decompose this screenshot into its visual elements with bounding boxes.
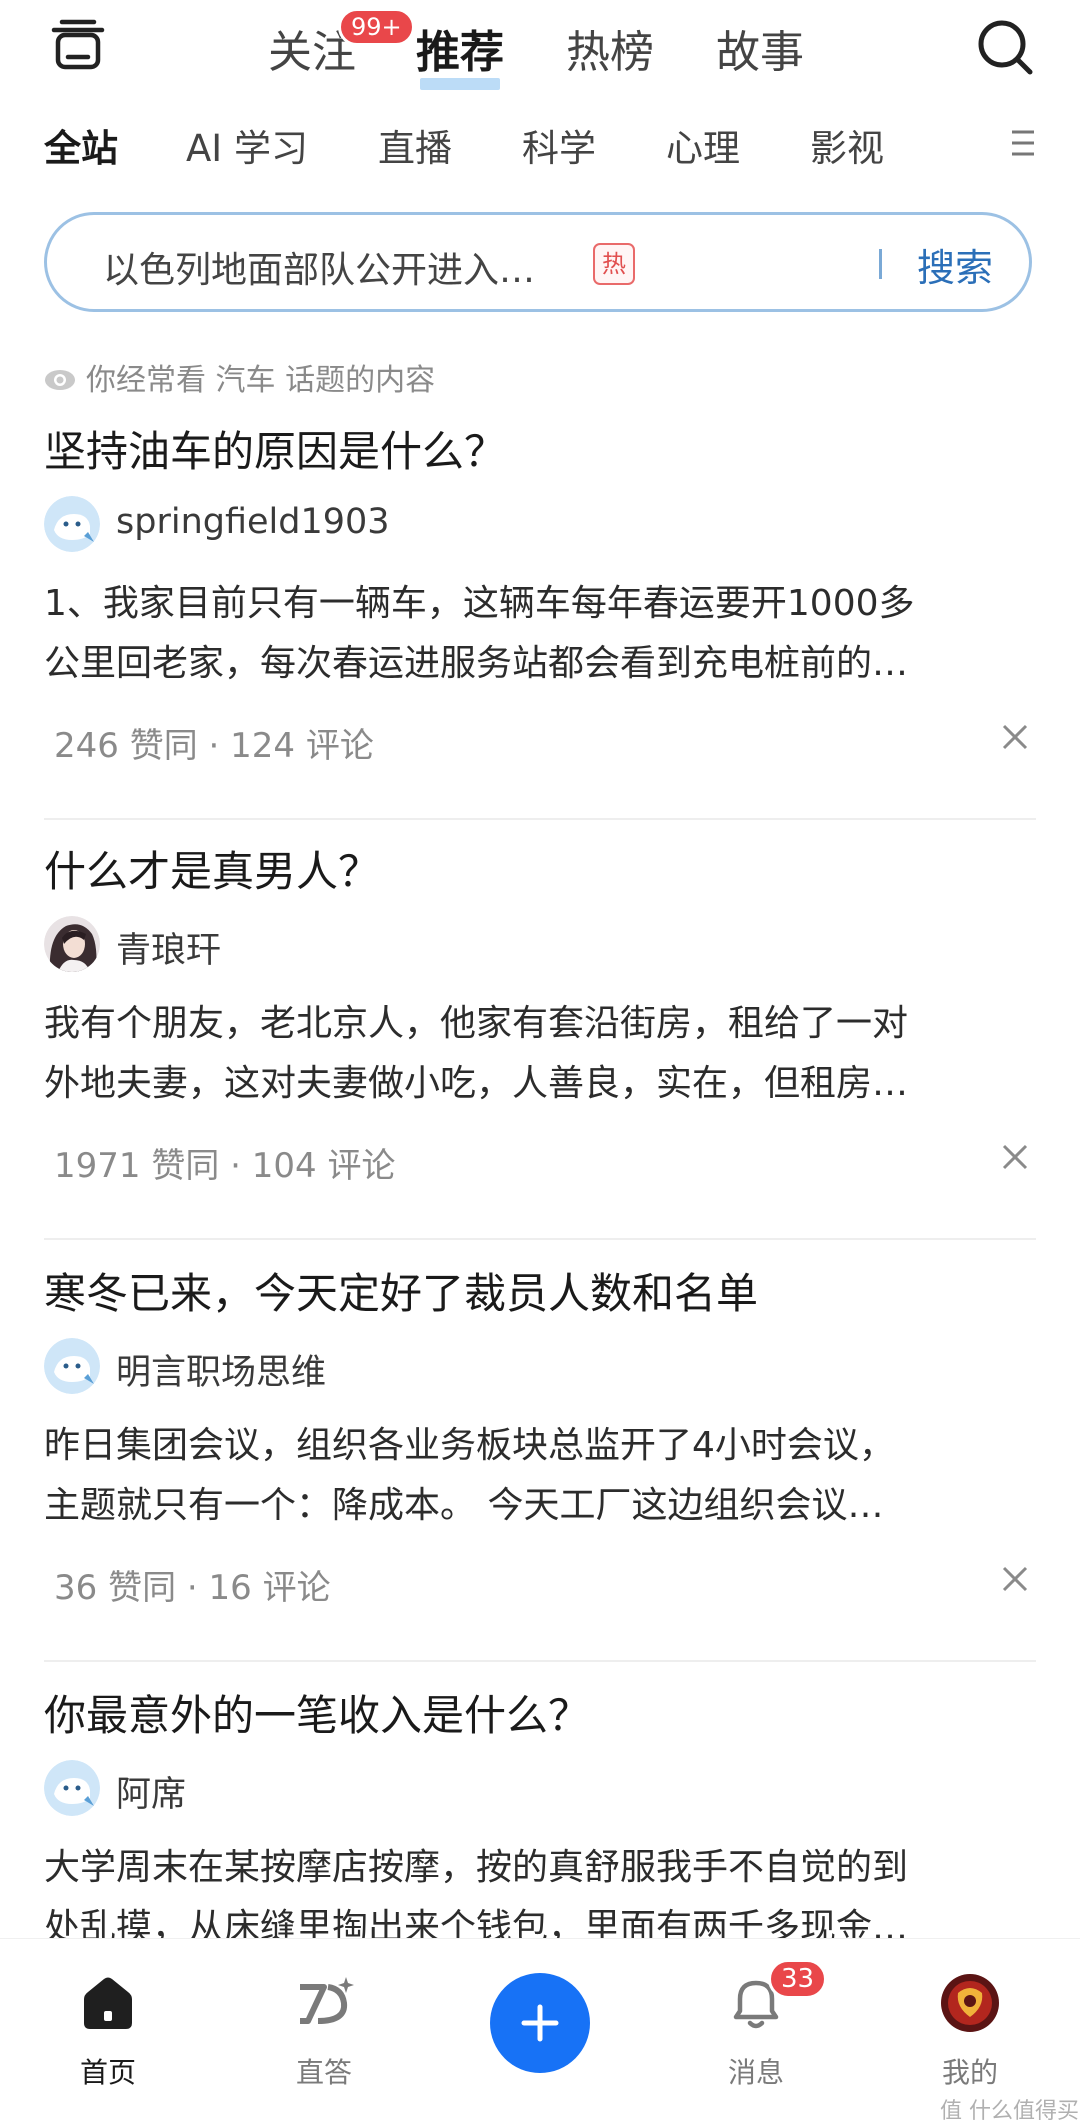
tab-hot-list[interactable]: 热榜 [566, 16, 654, 80]
nav-home[interactable]: 首页 [38, 1939, 178, 2109]
author-name[interactable]: 明言职场思维 [116, 1344, 326, 1395]
follow-badge: 99+ [338, 8, 415, 46]
divider [44, 818, 1036, 820]
nav-zhida-label: 直答 [295, 2056, 352, 2089]
search-input[interactable]: 以色列地面部队公开进入… [103, 241, 535, 293]
search-bar[interactable]: 以色列地面部队公开进入… 热 搜索 [44, 212, 1032, 312]
close-icon[interactable] [1002, 724, 1028, 750]
menu-icon[interactable] [1010, 128, 1036, 158]
divider [44, 1238, 1036, 1240]
nav-home-label: 首页 [79, 2056, 136, 2089]
photo-avatar[interactable] [44, 916, 100, 972]
excerpt[interactable]: 大学周末在某按摩店按摩，按的真舒服我手不自觉的到 处乱摸，从床缝里掏出来个钱包，… [44, 1838, 1036, 1938]
category-tabs: 全站 AI 学习 直播 科学 心理 影视 [44, 118, 1044, 178]
active-tab-underline [420, 78, 500, 90]
close-icon[interactable] [1002, 1566, 1028, 1592]
excerpt[interactable]: 我有个朋友，老北京人，他家有套沿街房，租给了一对 外地夫妻，这对夫妻做小吃，人善… [44, 994, 1036, 1114]
category-film[interactable]: 影视 [810, 118, 884, 172]
nav-zhida[interactable]: 直答 [254, 1939, 394, 2109]
close-icon[interactable] [1002, 1144, 1028, 1170]
card-title[interactable]: 什么才是真男人？ [44, 838, 380, 899]
zhida-icon [300, 1977, 354, 2024]
card-stats: 1971 赞同 · 104 评论 [54, 1146, 396, 1186]
excerpt-line: 公里回老家，每次春运进服务站都会看到充电桩前的… [44, 643, 909, 684]
plus-icon [521, 2004, 559, 2042]
eye-icon [45, 370, 75, 390]
category-science[interactable]: 科学 [522, 118, 596, 172]
card-title[interactable]: 寒冬已来，今天定好了裁员人数和名单 [44, 1260, 758, 1321]
category-ai-learning[interactable]: AI 学习 [186, 118, 308, 172]
card-title[interactable]: 坚持油车的原因是什么？ [44, 418, 506, 479]
excerpt-line: 昨日集团会议，组织各业务板块总监开了4小时会议， [44, 1425, 895, 1466]
nav-profile[interactable]: 我的 [900, 1939, 1040, 2109]
top-bar: 关注 99+ 推荐 热榜 故事 [0, 0, 1080, 100]
nav-messages-label: 消息 [727, 2056, 784, 2089]
home-icon [84, 1977, 132, 2029]
tab-recommend[interactable]: 推荐 [416, 16, 504, 90]
search-icon[interactable] [974, 16, 1036, 78]
tab-stories-label: 故事 [716, 27, 804, 78]
category-live[interactable]: 直播 [378, 118, 452, 172]
profile-avatar-icon [941, 1974, 999, 2032]
feed-card[interactable]: 你最意外的一笔收入是什么？ 阿席 大学周末在某按摩店按摩，按的真舒服我手不自觉的… [44, 1682, 1036, 1938]
tab-hot-list-label: 热榜 [566, 27, 654, 78]
divider [44, 1660, 1036, 1662]
tab-stories[interactable]: 故事 [716, 16, 804, 80]
category-psychology[interactable]: 心理 [666, 118, 740, 172]
author-name[interactable]: springfield1903 [116, 502, 390, 542]
feed-card[interactable]: 寒冬已来，今天定好了裁员人数和名单 明言职场思维 昨日集团会议，组织各业务板块总… [44, 1260, 1036, 1662]
nav-profile-label: 我的 [941, 2056, 998, 2089]
clipboard-icon[interactable] [50, 18, 106, 74]
default-avatar[interactable] [44, 496, 100, 552]
feed-card[interactable]: 坚持油车的原因是什么？ springfield1903 1、我家目前只有一辆车，… [44, 418, 1036, 820]
hint-text: 你经常看 汽车 话题的内容 [86, 363, 436, 398]
bottom-nav: 首页 直答 33 消息 我的 值 什么值得买 [0, 1938, 1080, 2128]
tab-recommend-label: 推荐 [416, 27, 504, 78]
author-name[interactable]: 阿席 [116, 1766, 186, 1817]
messages-badge: 33 [768, 1959, 828, 1999]
search-divider [879, 249, 882, 279]
nav-messages[interactable]: 33 消息 [686, 1939, 828, 2109]
default-avatar[interactable] [44, 1338, 100, 1394]
excerpt-line: 1、我家目前只有一辆车，这辆车每年春运要开1000多 [44, 583, 915, 624]
excerpt[interactable]: 昨日集团会议，组织各业务板块总监开了4小时会议， 主题就只有一个：降成本。 今天… [44, 1416, 1036, 1536]
card-stats: 246 赞同 · 124 评论 [54, 726, 374, 766]
excerpt-line: 我有个朋友，老北京人，他家有套沿街房，租给了一对 [44, 1003, 909, 1044]
watermark: 值 什么值得买 [940, 2099, 1079, 2124]
hot-tag: 热 [593, 243, 635, 285]
search-button[interactable]: 搜索 [917, 237, 993, 292]
excerpt-line: 处乱摸，从床缝里掏出来个钱包，里面有两千多现金… [44, 1907, 909, 1938]
default-avatar[interactable] [44, 1760, 100, 1816]
create-button[interactable] [490, 1973, 590, 2073]
card-stats: 36 赞同 · 16 评论 [54, 1568, 331, 1608]
feed-card[interactable]: 什么才是真男人？ 青琅玕 我有个朋友，老北京人，他家有套沿街房，租给了一对 外地… [44, 838, 1036, 1240]
excerpt[interactable]: 1、我家目前只有一辆车，这辆车每年春运要开1000多 公里回老家，每次春运进服务… [44, 574, 1036, 694]
category-all[interactable]: 全站 [44, 118, 118, 172]
card-title[interactable]: 你最意外的一笔收入是什么？ [44, 1682, 590, 1743]
excerpt-line: 外地夫妻，这对夫妻做小吃，人善良，实在，但租房… [44, 1063, 909, 1104]
interest-hint: 你经常看 汽车 话题的内容 [44, 355, 435, 399]
excerpt-line: 大学周末在某按摩店按摩，按的真舒服我手不自觉的到 [44, 1847, 909, 1888]
excerpt-line: 主题就只有一个：降成本。 今天工厂这边组织会议… [44, 1485, 884, 1526]
author-name[interactable]: 青琅玕 [116, 922, 221, 973]
